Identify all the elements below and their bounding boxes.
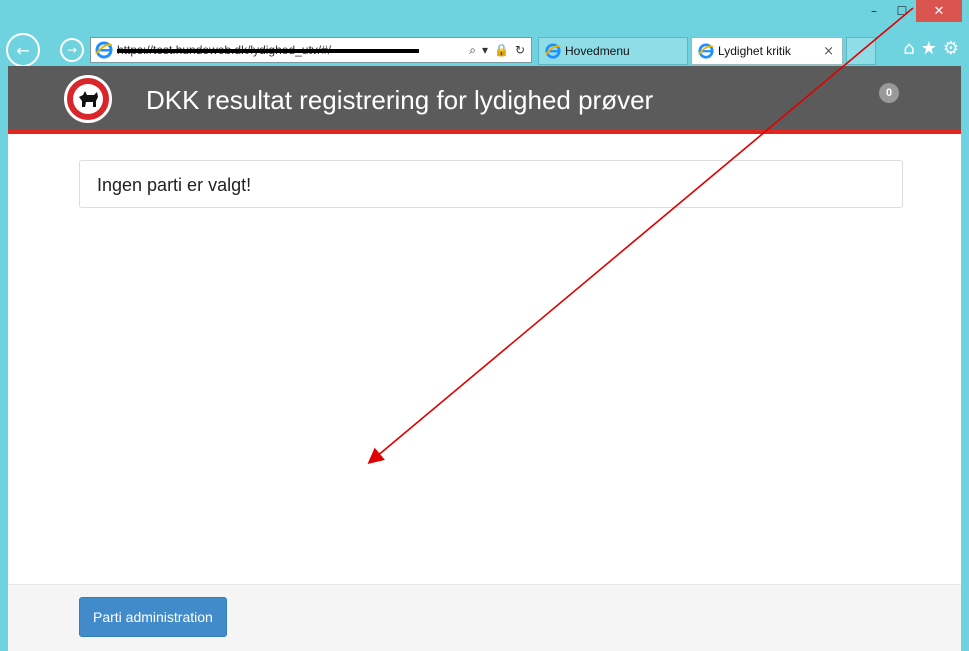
parti-administration-button[interactable]: Parti administration xyxy=(79,597,227,637)
forward-arrow-icon: → xyxy=(66,43,78,57)
no-party-message: Ingen parti er valgt! xyxy=(97,175,252,195)
search-icon[interactable]: ⌕ xyxy=(469,43,476,58)
tab-label: Lydighet kritik xyxy=(718,44,791,58)
new-tab-button[interactable] xyxy=(846,37,876,65)
maximize-button[interactable]: ☐ xyxy=(888,0,916,22)
window-controls: – ☐ ✕ xyxy=(860,0,962,22)
notification-badge[interactable]: 0 xyxy=(879,83,899,103)
ie-icon xyxy=(545,43,561,59)
dkk-logo-icon xyxy=(64,75,112,123)
footer-bar: Parti administration xyxy=(8,584,961,651)
tab-hovedmenu[interactable]: Hovedmenu xyxy=(538,37,688,65)
settings-icon[interactable]: ⚙ xyxy=(943,38,959,59)
forward-button[interactable]: → xyxy=(60,38,84,62)
page-content: DKK resultat registrering for lydighed p… xyxy=(8,66,961,651)
ie-icon xyxy=(698,43,714,59)
redaction-bar xyxy=(117,49,420,53)
address-bar[interactable]: https://test.hundeweb.dk/lydighed_utv/#/… xyxy=(90,37,532,63)
favorites-icon[interactable]: ★ xyxy=(921,38,937,59)
close-window-button[interactable]: ✕ xyxy=(916,0,962,22)
tab-lydighet-kritik[interactable]: Lydighet kritik × xyxy=(691,37,843,65)
tab-label: Hovedmenu xyxy=(565,44,630,58)
browser-titlebar: – ☐ ✕ ← → https://test.hundeweb.dk/lydig… xyxy=(0,0,969,67)
home-icon[interactable]: ⌂ xyxy=(903,38,914,59)
back-arrow-icon: ← xyxy=(16,40,30,60)
browser-toolbar: ⌂ ★ ⚙ xyxy=(903,38,959,59)
dropdown-icon[interactable]: ▾ xyxy=(482,43,488,58)
lock-icon[interactable]: 🔒 xyxy=(494,43,509,58)
info-panel: Ingen parti er valgt! xyxy=(79,160,903,208)
address-icons: ⌕ ▾ 🔒 ↻ xyxy=(469,43,531,58)
close-tab-icon[interactable]: × xyxy=(823,44,834,59)
page-title: DKK resultat registrering for lydighed p… xyxy=(146,85,654,115)
app-header: DKK resultat registrering for lydighed p… xyxy=(8,66,961,134)
ie-icon xyxy=(95,41,113,59)
minimize-button[interactable]: – xyxy=(860,0,888,22)
back-button[interactable]: ← xyxy=(6,33,40,67)
dog-icon xyxy=(79,91,98,107)
refresh-icon[interactable]: ↻ xyxy=(515,43,525,58)
address-text[interactable]: https://test.hundeweb.dk/lydighed_utv/#/ xyxy=(117,43,469,57)
